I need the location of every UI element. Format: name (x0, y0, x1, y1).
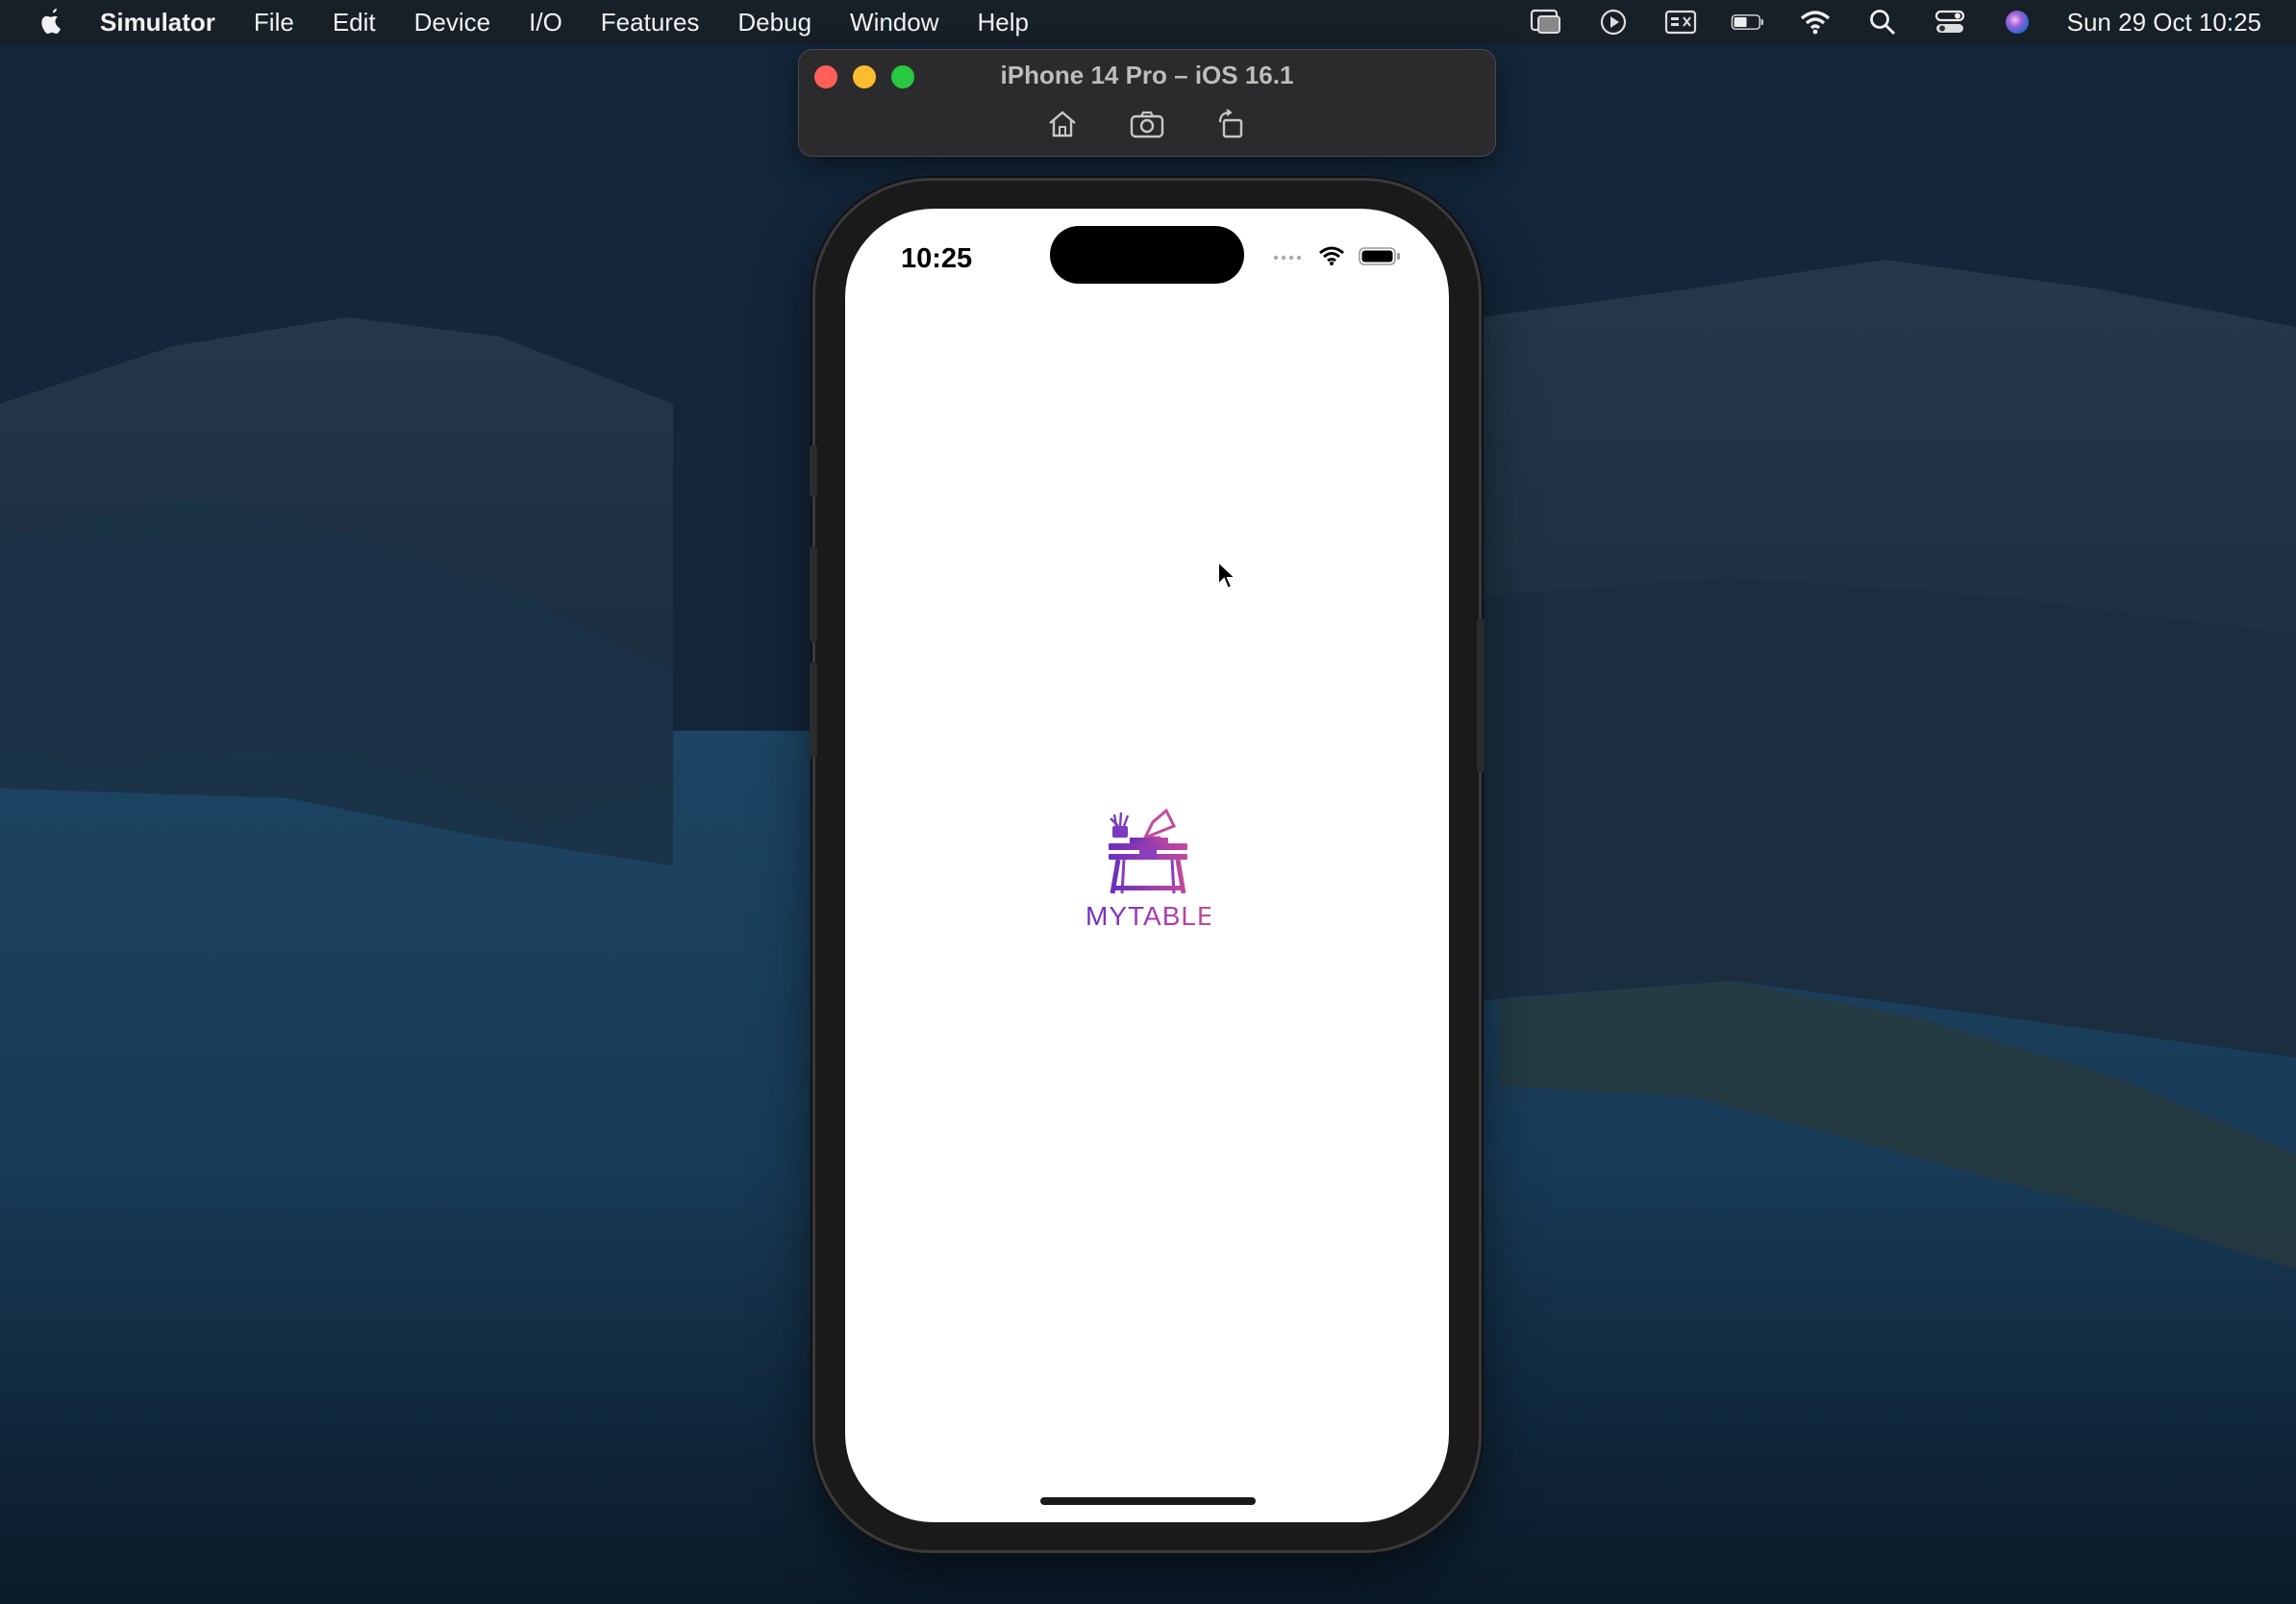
keyboard-input-icon[interactable] (1663, 8, 1698, 37)
menu-features[interactable]: Features (601, 8, 700, 38)
wifi-icon (1319, 246, 1344, 265)
phone-screen[interactable]: 10:25 MYTABLE (845, 209, 1449, 1522)
status-bar-icons (1272, 245, 1401, 266)
power-button[interactable] (1477, 618, 1485, 772)
siri-icon[interactable] (2000, 8, 2034, 37)
menu-file[interactable]: File (254, 8, 294, 38)
play-icon[interactable] (1596, 8, 1631, 37)
menu-io[interactable]: I/O (529, 8, 562, 38)
status-bar-time: 10:25 (901, 243, 973, 274)
mytable-logo: MYTABLE (1086, 805, 1215, 931)
battery-icon[interactable] (1731, 8, 1765, 37)
control-center-icon[interactable] (1933, 8, 1967, 37)
window-title: iPhone 14 Pro – iOS 16.1 (1000, 61, 1294, 89)
rotate-icon[interactable] (1213, 108, 1250, 140)
menu-window[interactable]: Window (850, 8, 938, 38)
menu-device[interactable]: Device (414, 8, 490, 38)
screenshot-icon[interactable] (1129, 108, 1165, 140)
desk-lamp-logo-icon (1109, 808, 1187, 894)
menu-debug[interactable]: Debug (737, 8, 811, 38)
menu-edit[interactable]: Edit (333, 8, 376, 38)
iphone-device-frame: 10:25 MYTABLE (810, 181, 1485, 1550)
simulator-tools (799, 108, 1495, 140)
menu-help[interactable]: Help (978, 8, 1029, 38)
apple-logo-icon[interactable] (37, 6, 65, 38)
menubar-status-area: Sun 29 Oct 10:25 (1529, 0, 2261, 44)
dynamic-island (1050, 226, 1244, 284)
menubar-clock[interactable]: Sun 29 Oct 10:25 (2067, 8, 2261, 38)
spotlight-search-icon[interactable] (1865, 8, 1900, 37)
logo-wordmark: MYTABLE (1086, 901, 1216, 931)
screen-mirroring-icon[interactable] (1529, 8, 1563, 37)
mouse-cursor-icon (1217, 560, 1238, 590)
battery-icon (1359, 247, 1400, 265)
simulator-window-toolbar: iPhone 14 Pro – iOS 16.1 (799, 50, 1495, 156)
volume-down-button[interactable] (810, 662, 817, 758)
cellular-signal-icon (1273, 255, 1302, 261)
wifi-icon[interactable] (1798, 8, 1833, 37)
home-icon[interactable] (1044, 108, 1081, 140)
menu-app-simulator[interactable]: Simulator (100, 8, 215, 38)
action-button[interactable] (810, 445, 817, 497)
home-indicator[interactable] (1040, 1497, 1256, 1505)
menu-bar: Simulator File Edit Device I/O Features … (0, 0, 2296, 44)
volume-up-button[interactable] (810, 546, 817, 642)
